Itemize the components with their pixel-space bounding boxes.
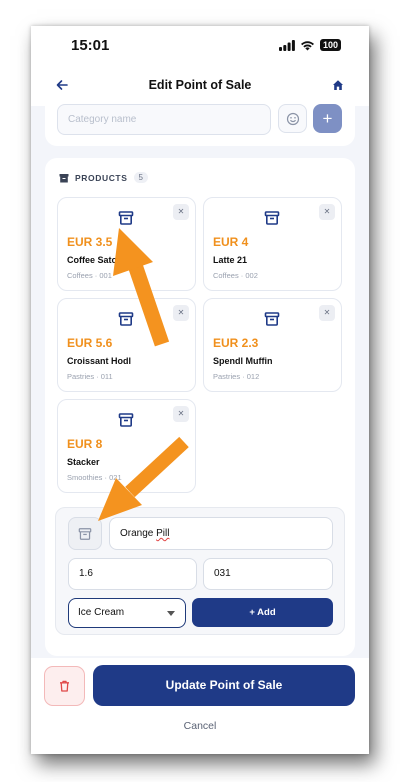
product-price: EUR 5.6 [67,336,113,350]
signal-icon [278,39,295,51]
battery-indicator: 100 [319,39,341,51]
category-name-input[interactable]: Category name [57,104,271,135]
footer-actions: Update Point of Sale Cancel [31,658,369,754]
product-price: EUR 3.5 [67,235,113,249]
category-select[interactable]: Ice Cream [68,598,186,628]
emoji-icon [286,112,299,125]
product-name: Croissant Hodl [67,356,132,366]
new-product-form: Orange Pill 1.6 031 Ice Cream + Add [55,507,345,635]
cancel-button[interactable]: Cancel [31,720,369,732]
archive-box-icon [78,527,92,540]
chevron-down-icon [167,611,175,616]
product-code-input[interactable]: 031 [203,558,333,590]
trash-icon [60,680,69,692]
product-price: EUR 8 [67,437,103,451]
status-icons: 100 [278,39,341,51]
category-select-value: Ice Cream [78,607,125,618]
products-header: PRODUCTS 5 [59,172,148,183]
page-title: Edit Point of Sale [148,78,252,92]
product-card[interactable]: ✕ EUR 5.6 Croissant Hodl Pastries · 011 [57,298,196,392]
product-card[interactable]: ✕ EUR 8 Stacker Smoothies · 021 [57,399,196,493]
product-name: Stacker [67,457,100,467]
product-name-value: Orange [120,528,157,539]
category-card: Category name + [45,98,355,146]
wifi-icon [300,40,314,50]
product-price: EUR 4 [213,235,249,249]
product-meta: Coffees · 002 [213,271,258,280]
remove-product-button[interactable]: ✕ [173,406,189,422]
archive-box-icon [118,413,134,427]
archive-box-icon [118,211,134,225]
delete-button[interactable] [44,666,85,706]
product-name: Coffee Satoshi [67,255,131,265]
product-meta: Smoothies · 021 [67,473,122,482]
product-name-misspelled: Pill [156,528,170,539]
home-icon [333,80,343,90]
product-meta: Pastries · 011 [67,372,113,381]
product-card[interactable]: ✕ EUR 2.3 Spendl Muffin Pastries · 012 [203,298,342,392]
product-meta: Pastries · 012 [213,372,260,381]
home-button[interactable] [329,76,347,94]
remove-product-button[interactable]: ✕ [319,204,335,220]
product-image-button[interactable] [68,517,102,550]
archive-box-icon [264,211,280,225]
remove-product-button[interactable]: ✕ [173,305,189,321]
status-time: 15:01 [71,37,110,54]
status-bar: 15:01 100 [31,26,369,66]
product-card[interactable]: ✕ EUR 4 Latte 21 Coffees · 002 [203,197,342,291]
remove-product-button[interactable]: ✕ [173,204,189,220]
archive-box-icon [59,173,69,182]
add-product-button[interactable]: + Add [192,598,333,627]
archive-box-icon [118,312,134,326]
emoji-picker-button[interactable] [278,104,307,133]
phone-screen: 15:01 100 Edit Point of Sale Category na… [31,26,369,754]
archive-box-icon [264,312,280,326]
update-point-of-sale-button[interactable]: Update Point of Sale [93,665,355,706]
product-name-input[interactable]: Orange Pill [109,517,333,550]
product-meta: Coffees · 001 [67,271,112,280]
add-category-button[interactable]: + [313,104,342,133]
products-title: PRODUCTS [75,172,128,183]
products-count-badge: 5 [133,172,148,183]
product-card[interactable]: ✕ EUR 3.5 Coffee Satoshi Coffees · 001 [57,197,196,291]
product-price: EUR 2.3 [213,336,259,350]
remove-product-button[interactable]: ✕ [319,305,335,321]
product-name: Latte 21 [213,255,248,265]
product-price-input[interactable]: 1.6 [68,558,197,590]
product-name: Spendl Muffin [213,356,273,366]
